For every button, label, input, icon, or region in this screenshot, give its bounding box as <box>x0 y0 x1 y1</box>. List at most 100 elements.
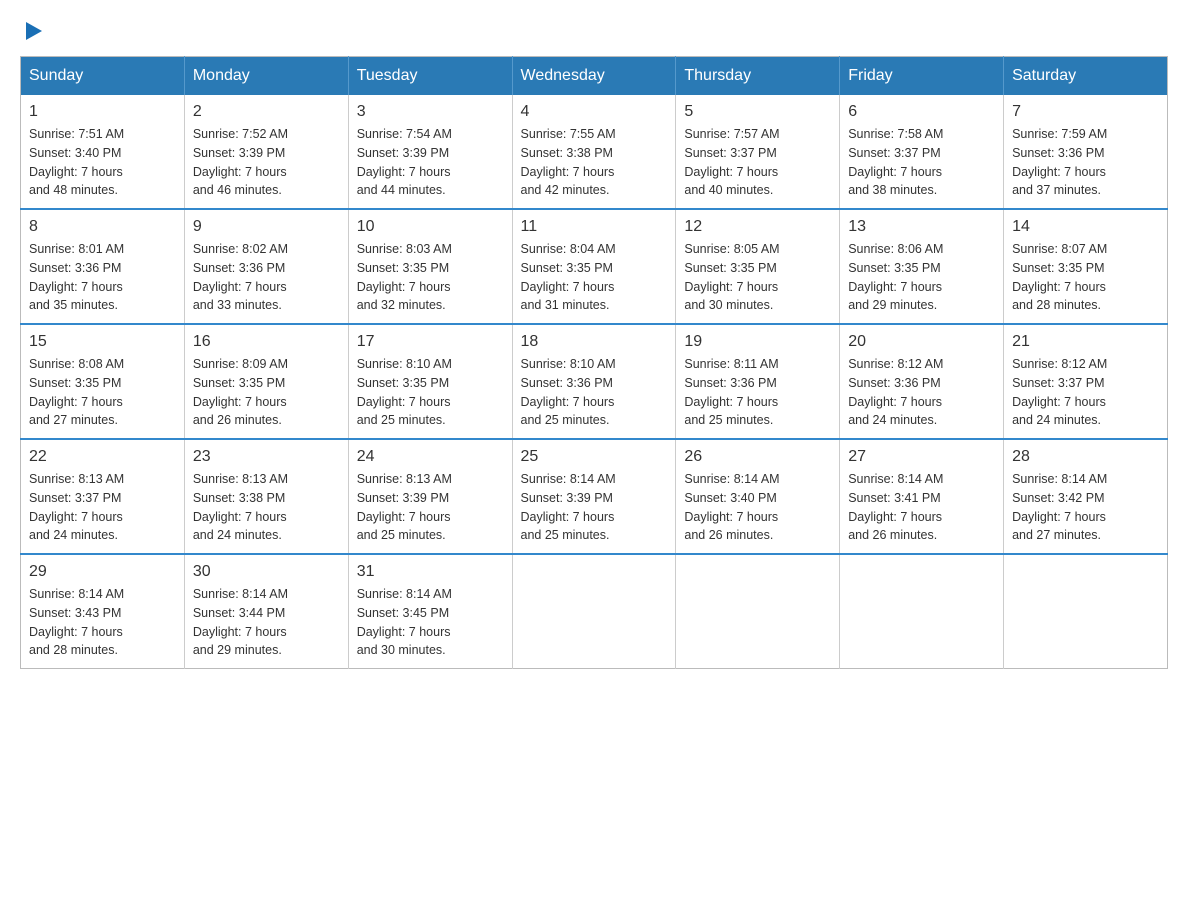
calendar-cell: 13 Sunrise: 8:06 AMSunset: 3:35 PMDaylig… <box>840 209 1004 324</box>
day-info: Sunrise: 8:11 AMSunset: 3:36 PMDaylight:… <box>684 357 778 427</box>
day-number: 10 <box>357 218 504 236</box>
calendar-cell: 23 Sunrise: 8:13 AMSunset: 3:38 PMDaylig… <box>184 439 348 554</box>
calendar-cell: 4 Sunrise: 7:55 AMSunset: 3:38 PMDayligh… <box>512 95 676 209</box>
day-info: Sunrise: 8:14 AMSunset: 3:41 PMDaylight:… <box>848 472 943 542</box>
day-info: Sunrise: 8:12 AMSunset: 3:37 PMDaylight:… <box>1012 357 1107 427</box>
calendar-cell: 30 Sunrise: 8:14 AMSunset: 3:44 PMDaylig… <box>184 554 348 669</box>
day-info: Sunrise: 7:59 AMSunset: 3:36 PMDaylight:… <box>1012 127 1107 197</box>
calendar-cell: 10 Sunrise: 8:03 AMSunset: 3:35 PMDaylig… <box>348 209 512 324</box>
calendar-cell: 5 Sunrise: 7:57 AMSunset: 3:37 PMDayligh… <box>676 95 840 209</box>
day-info: Sunrise: 8:10 AMSunset: 3:35 PMDaylight:… <box>357 357 452 427</box>
calendar-week-3: 15 Sunrise: 8:08 AMSunset: 3:35 PMDaylig… <box>21 324 1168 439</box>
day-info: Sunrise: 8:03 AMSunset: 3:35 PMDaylight:… <box>357 242 452 312</box>
calendar-cell: 16 Sunrise: 8:09 AMSunset: 3:35 PMDaylig… <box>184 324 348 439</box>
calendar-cell: 18 Sunrise: 8:10 AMSunset: 3:36 PMDaylig… <box>512 324 676 439</box>
day-number: 4 <box>521 103 668 121</box>
day-of-week-sunday: Sunday <box>21 57 185 96</box>
day-number: 29 <box>29 563 176 581</box>
day-number: 5 <box>684 103 831 121</box>
day-of-week-saturday: Saturday <box>1004 57 1168 96</box>
calendar-cell: 22 Sunrise: 8:13 AMSunset: 3:37 PMDaylig… <box>21 439 185 554</box>
day-info: Sunrise: 8:14 AMSunset: 3:42 PMDaylight:… <box>1012 472 1107 542</box>
day-number: 8 <box>29 218 176 236</box>
calendar-cell: 11 Sunrise: 8:04 AMSunset: 3:35 PMDaylig… <box>512 209 676 324</box>
calendar-cell: 20 Sunrise: 8:12 AMSunset: 3:36 PMDaylig… <box>840 324 1004 439</box>
calendar-cell: 26 Sunrise: 8:14 AMSunset: 3:40 PMDaylig… <box>676 439 840 554</box>
logo <box>20 20 44 40</box>
calendar-week-1: 1 Sunrise: 7:51 AMSunset: 3:40 PMDayligh… <box>21 95 1168 209</box>
calendar-cell: 25 Sunrise: 8:14 AMSunset: 3:39 PMDaylig… <box>512 439 676 554</box>
day-number: 31 <box>357 563 504 581</box>
calendar-cell <box>676 554 840 669</box>
calendar-cell: 15 Sunrise: 8:08 AMSunset: 3:35 PMDaylig… <box>21 324 185 439</box>
day-of-week-friday: Friday <box>840 57 1004 96</box>
day-of-week-thursday: Thursday <box>676 57 840 96</box>
day-number: 17 <box>357 333 504 351</box>
day-info: Sunrise: 8:06 AMSunset: 3:35 PMDaylight:… <box>848 242 943 312</box>
day-info: Sunrise: 8:04 AMSunset: 3:35 PMDaylight:… <box>521 242 616 312</box>
day-number: 19 <box>684 333 831 351</box>
calendar-cell: 6 Sunrise: 7:58 AMSunset: 3:37 PMDayligh… <box>840 95 1004 209</box>
day-info: Sunrise: 8:10 AMSunset: 3:36 PMDaylight:… <box>521 357 616 427</box>
calendar-week-5: 29 Sunrise: 8:14 AMSunset: 3:43 PMDaylig… <box>21 554 1168 669</box>
day-info: Sunrise: 8:09 AMSunset: 3:35 PMDaylight:… <box>193 357 288 427</box>
day-info: Sunrise: 7:52 AMSunset: 3:39 PMDaylight:… <box>193 127 288 197</box>
day-info: Sunrise: 8:05 AMSunset: 3:35 PMDaylight:… <box>684 242 779 312</box>
calendar-cell: 21 Sunrise: 8:12 AMSunset: 3:37 PMDaylig… <box>1004 324 1168 439</box>
day-info: Sunrise: 8:07 AMSunset: 3:35 PMDaylight:… <box>1012 242 1107 312</box>
calendar-cell: 3 Sunrise: 7:54 AMSunset: 3:39 PMDayligh… <box>348 95 512 209</box>
day-number: 25 <box>521 448 668 466</box>
day-of-week-monday: Monday <box>184 57 348 96</box>
calendar-cell: 28 Sunrise: 8:14 AMSunset: 3:42 PMDaylig… <box>1004 439 1168 554</box>
day-info: Sunrise: 8:14 AMSunset: 3:45 PMDaylight:… <box>357 587 452 657</box>
day-info: Sunrise: 7:57 AMSunset: 3:37 PMDaylight:… <box>684 127 779 197</box>
day-info: Sunrise: 7:54 AMSunset: 3:39 PMDaylight:… <box>357 127 452 197</box>
day-number: 15 <box>29 333 176 351</box>
day-info: Sunrise: 8:02 AMSunset: 3:36 PMDaylight:… <box>193 242 288 312</box>
day-info: Sunrise: 8:14 AMSunset: 3:39 PMDaylight:… <box>521 472 616 542</box>
day-of-week-wednesday: Wednesday <box>512 57 676 96</box>
calendar-cell: 9 Sunrise: 8:02 AMSunset: 3:36 PMDayligh… <box>184 209 348 324</box>
day-number: 16 <box>193 333 340 351</box>
day-info: Sunrise: 8:12 AMSunset: 3:36 PMDaylight:… <box>848 357 943 427</box>
calendar-cell <box>1004 554 1168 669</box>
page-header <box>20 20 1168 40</box>
day-of-week-tuesday: Tuesday <box>348 57 512 96</box>
day-info: Sunrise: 8:13 AMSunset: 3:37 PMDaylight:… <box>29 472 124 542</box>
day-number: 26 <box>684 448 831 466</box>
calendar-cell: 14 Sunrise: 8:07 AMSunset: 3:35 PMDaylig… <box>1004 209 1168 324</box>
day-info: Sunrise: 8:13 AMSunset: 3:38 PMDaylight:… <box>193 472 288 542</box>
calendar-week-4: 22 Sunrise: 8:13 AMSunset: 3:37 PMDaylig… <box>21 439 1168 554</box>
calendar-cell: 8 Sunrise: 8:01 AMSunset: 3:36 PMDayligh… <box>21 209 185 324</box>
day-number: 24 <box>357 448 504 466</box>
day-number: 12 <box>684 218 831 236</box>
day-info: Sunrise: 8:01 AMSunset: 3:36 PMDaylight:… <box>29 242 124 312</box>
calendar-cell: 7 Sunrise: 7:59 AMSunset: 3:36 PMDayligh… <box>1004 95 1168 209</box>
calendar-cell: 27 Sunrise: 8:14 AMSunset: 3:41 PMDaylig… <box>840 439 1004 554</box>
day-info: Sunrise: 8:14 AMSunset: 3:44 PMDaylight:… <box>193 587 288 657</box>
day-number: 2 <box>193 103 340 121</box>
calendar-cell: 1 Sunrise: 7:51 AMSunset: 3:40 PMDayligh… <box>21 95 185 209</box>
day-number: 3 <box>357 103 504 121</box>
day-number: 9 <box>193 218 340 236</box>
day-number: 14 <box>1012 218 1159 236</box>
day-number: 20 <box>848 333 995 351</box>
calendar-cell: 24 Sunrise: 8:13 AMSunset: 3:39 PMDaylig… <box>348 439 512 554</box>
calendar-cell: 19 Sunrise: 8:11 AMSunset: 3:36 PMDaylig… <box>676 324 840 439</box>
day-number: 23 <box>193 448 340 466</box>
day-info: Sunrise: 8:08 AMSunset: 3:35 PMDaylight:… <box>29 357 124 427</box>
calendar-cell <box>512 554 676 669</box>
day-number: 21 <box>1012 333 1159 351</box>
day-number: 22 <box>29 448 176 466</box>
day-info: Sunrise: 8:13 AMSunset: 3:39 PMDaylight:… <box>357 472 452 542</box>
day-info: Sunrise: 8:14 AMSunset: 3:43 PMDaylight:… <box>29 587 124 657</box>
calendar-week-2: 8 Sunrise: 8:01 AMSunset: 3:36 PMDayligh… <box>21 209 1168 324</box>
calendar-cell: 29 Sunrise: 8:14 AMSunset: 3:43 PMDaylig… <box>21 554 185 669</box>
day-info: Sunrise: 7:55 AMSunset: 3:38 PMDaylight:… <box>521 127 616 197</box>
day-number: 13 <box>848 218 995 236</box>
day-info: Sunrise: 8:14 AMSunset: 3:40 PMDaylight:… <box>684 472 779 542</box>
day-number: 7 <box>1012 103 1159 121</box>
day-number: 28 <box>1012 448 1159 466</box>
day-info: Sunrise: 7:51 AMSunset: 3:40 PMDaylight:… <box>29 127 124 197</box>
day-number: 6 <box>848 103 995 121</box>
